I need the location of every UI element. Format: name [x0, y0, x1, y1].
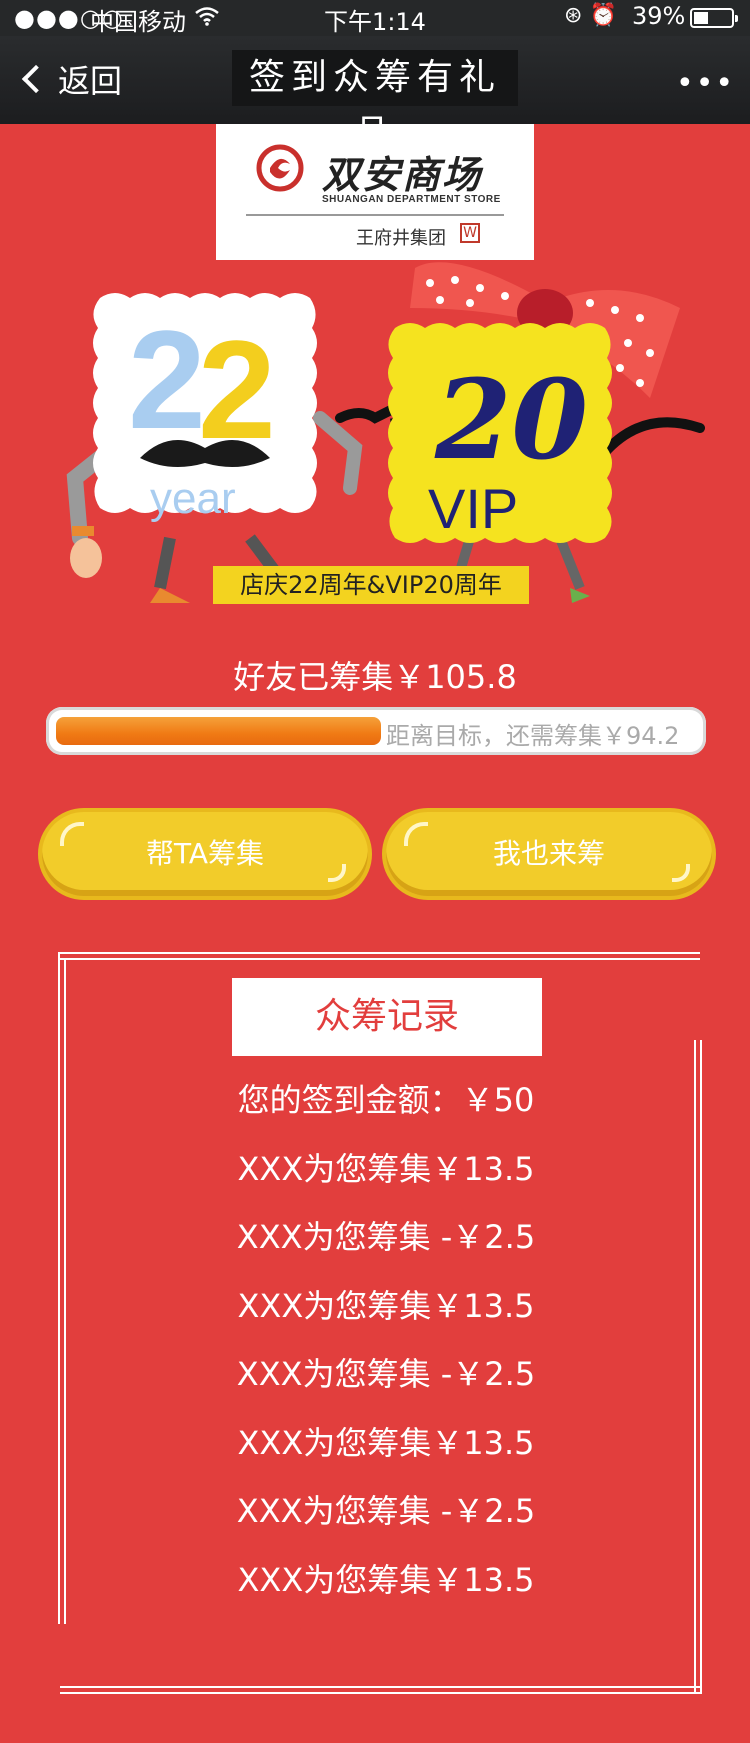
vip-number: 20 — [434, 355, 588, 484]
back-label: 返回 — [58, 62, 123, 100]
store-logo: 双安商场 SHUANGAN DEPARTMENT STORE 王府井集团 W — [216, 124, 534, 260]
amount-raised: 好友已筹集￥105.8 — [233, 658, 517, 696]
funding-progress-bar: 距离目标，还需筹集￥94.2 — [46, 707, 706, 755]
right-character: 20 VIP — [335, 262, 705, 603]
status-bar: ●●●○○ 中国移动 下午1:14 ⊛ ⏰ 39% — [0, 0, 750, 36]
year-word: year — [150, 474, 236, 523]
chevron-left-icon — [21, 64, 51, 94]
year-number-left: 2 — [128, 301, 206, 458]
list-item: 您的签到金额：￥50 — [237, 1081, 535, 1119]
store-emblem-icon — [256, 144, 304, 192]
anniversary-banner: 店庆22周年&VIP20周年 — [213, 566, 529, 604]
anniversary-illustration: 2 2 year 20 VIP — [0, 258, 750, 618]
list-item: XXX为您筹集￥13.5 — [237, 1286, 535, 1325]
nav-bar: 返回 签到众筹有礼品 ••• — [0, 36, 750, 154]
records-list: 您的签到金额：￥50 XXX为您筹集￥13.5 XXX为您筹集 -￥2.5 XX… — [66, 1076, 706, 1624]
help-raise-button[interactable]: 帮TA筹集 — [42, 812, 368, 896]
alarm-icon: ⏰ — [589, 3, 617, 28]
records-frame-line — [58, 958, 700, 960]
battery-icon — [690, 8, 738, 28]
records-frame-line — [58, 952, 700, 954]
help-raise-label: 帮TA筹集 — [145, 837, 265, 870]
back-button[interactable]: 返回 — [18, 56, 122, 102]
store-name-cn: 双安商场 — [322, 152, 483, 197]
records-frame-line — [58, 952, 60, 1624]
list-item: XXX为您筹集￥13.5 — [237, 1149, 535, 1188]
logo-divider — [246, 214, 504, 216]
rotation-lock-icon: ⊛ — [564, 3, 583, 28]
group-logo-icon: W — [460, 223, 480, 243]
vip-word: VIP — [428, 477, 518, 540]
records-title: 众筹记录 — [232, 978, 542, 1056]
join-raise-button[interactable]: 我也来筹 — [386, 812, 712, 896]
progress-fill — [56, 717, 381, 745]
list-item: XXX为您筹集 -￥2.5 — [236, 1492, 536, 1530]
amount-remaining: 距离目标，还需筹集￥94.2 — [386, 722, 680, 750]
battery-percent: 39% — [632, 2, 686, 30]
page-title: 签到众筹有礼品 — [232, 50, 518, 154]
list-item: XXX为您筹集 -￥2.5 — [236, 1355, 536, 1393]
battery-fill — [694, 12, 708, 24]
records-frame-line — [60, 1692, 702, 1694]
list-item: XXX为您筹集￥13.5 — [237, 1423, 535, 1462]
left-character: 2 2 year — [66, 293, 363, 603]
more-menu-button[interactable]: ••• — [676, 66, 735, 101]
records-frame-line — [60, 1686, 702, 1688]
join-raise-label: 我也来筹 — [492, 837, 605, 870]
store-name-en: SHUANGAN DEPARTMENT STORE — [322, 194, 501, 205]
group-name: 王府井集团 — [356, 228, 446, 249]
list-item: XXX为您筹集￥13.5 — [237, 1560, 535, 1599]
list-item: XXX为您筹集 -￥2.5 — [236, 1218, 536, 1256]
